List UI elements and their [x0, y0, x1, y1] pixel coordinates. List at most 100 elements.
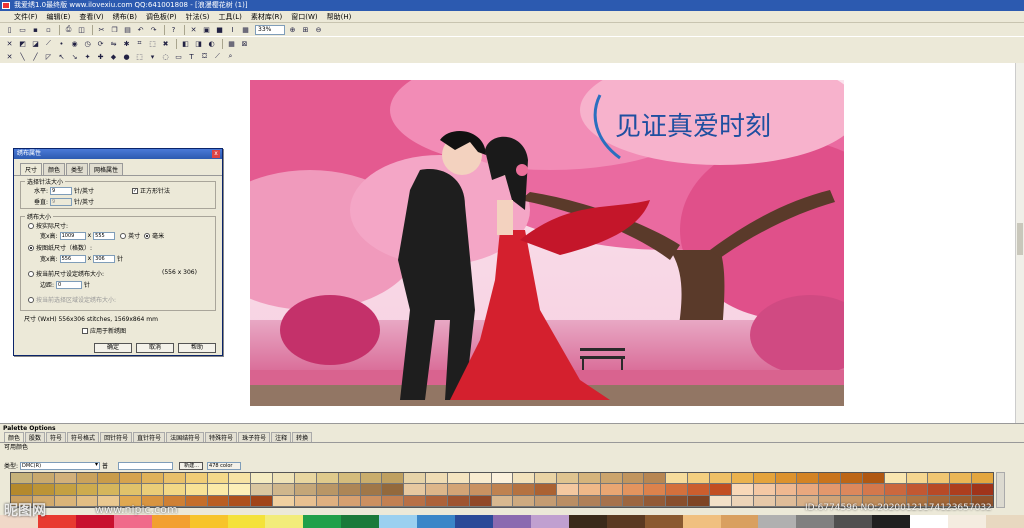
quick-color-swatch[interactable] — [948, 515, 986, 528]
color-swatch[interactable] — [884, 473, 906, 484]
color-swatch[interactable] — [775, 484, 797, 495]
color-swatch[interactable] — [710, 473, 731, 484]
color-swatch[interactable] — [644, 484, 666, 495]
draw-select-icon[interactable]: ⬚ — [134, 52, 145, 62]
thread-type-select[interactable]: DMC(R) — [20, 461, 101, 470]
quick-color-swatch[interactable] — [530, 515, 569, 528]
color-swatch[interactable] — [273, 495, 294, 506]
open-file-icon[interactable]: ▭ — [17, 25, 28, 35]
menu-palette[interactable]: 调色板(P) — [146, 12, 177, 22]
color-swatch[interactable] — [775, 473, 797, 484]
quick-color-swatch[interactable] — [265, 515, 304, 528]
grid-icon[interactable]: ▦ — [240, 25, 251, 35]
color-swatch[interactable] — [54, 473, 76, 484]
color-swatch[interactable] — [535, 473, 557, 484]
color-swatch[interactable] — [797, 484, 819, 495]
palette-tab-special-symbol[interactable]: 特殊符号 — [205, 432, 238, 442]
zoom-in-icon[interactable]: ⊕ — [287, 25, 298, 35]
quick-color-swatch[interactable] — [985, 515, 1024, 528]
fill-icon[interactable]: ▣ — [201, 25, 212, 35]
cross-stitch-icon[interactable]: ✕ — [188, 25, 199, 35]
color-swatch[interactable] — [710, 495, 731, 506]
quick-color-swatch[interactable] — [75, 515, 114, 528]
color-swatch[interactable] — [775, 495, 797, 506]
color-swatch[interactable] — [273, 484, 294, 495]
pattern-size-radio[interactable] — [28, 244, 34, 251]
color-swatch[interactable] — [644, 495, 666, 506]
color-swatch[interactable] — [54, 495, 76, 506]
pattern-width-input[interactable]: 556 — [59, 254, 86, 263]
search-input[interactable] — [118, 461, 174, 470]
palette-tab-color[interactable]: 颜色 — [4, 432, 25, 442]
color-swap-icon[interactable]: ◨ — [193, 39, 204, 49]
color-swatch[interactable] — [884, 484, 906, 495]
color-pick-icon[interactable]: ◐ — [206, 39, 217, 49]
color-swatch[interactable] — [426, 473, 447, 484]
color-swatch[interactable] — [578, 495, 600, 506]
color-swatch[interactable] — [819, 473, 841, 484]
color-swatch[interactable] — [207, 495, 229, 506]
palette-tab-convert[interactable]: 转换 — [292, 432, 313, 442]
color-swatch[interactable] — [469, 484, 491, 495]
bucket-icon[interactable]: ⛋ — [199, 52, 210, 62]
select-icon[interactable]: ⬚ — [147, 39, 158, 49]
zoom-select[interactable]: 33% — [255, 24, 285, 35]
color-swatch[interactable] — [338, 473, 360, 484]
quick-color-swatch[interactable] — [151, 515, 190, 528]
color-swatch[interactable] — [404, 495, 426, 506]
color-swatch[interactable] — [600, 484, 622, 495]
menu-file[interactable]: 文件(F) — [14, 12, 38, 22]
color-swatch[interactable] — [797, 473, 819, 484]
color-swatch[interactable] — [862, 484, 884, 495]
color-swatch[interactable] — [731, 495, 753, 506]
color-swatch[interactable] — [294, 484, 316, 495]
color-swatch[interactable] — [972, 484, 993, 495]
color-swatch[interactable] — [426, 484, 447, 495]
color-swatch[interactable] — [98, 473, 120, 484]
scroll-thumb[interactable] — [1017, 223, 1023, 255]
color-swatch[interactable] — [142, 484, 163, 495]
tool-x-icon[interactable]: ✖ — [160, 39, 171, 49]
color-swatch[interactable] — [185, 473, 207, 484]
color-swatch[interactable] — [578, 473, 600, 484]
color-swatch[interactable] — [600, 495, 622, 506]
tab-size[interactable]: 尺寸 — [20, 163, 43, 175]
eyedropper-icon[interactable]: ⟋ — [212, 52, 223, 62]
color-swatch[interactable] — [338, 495, 360, 506]
color-swatch[interactable] — [950, 484, 972, 495]
tab-color[interactable]: 颜色 — [43, 163, 66, 175]
cut-icon[interactable]: ✂ — [96, 25, 107, 35]
crop-icon[interactable]: ⌗ — [134, 39, 145, 49]
quarter-stitch-icon[interactable]: ◪ — [30, 39, 41, 49]
delete-stitch-icon[interactable]: ✕ — [4, 39, 15, 49]
color-swatch[interactable] — [557, 473, 578, 484]
rect-select-icon[interactable]: ▭ — [173, 52, 184, 62]
color-swatch[interactable] — [666, 473, 688, 484]
color-swatch[interactable] — [316, 495, 338, 506]
color-swatch[interactable] — [491, 495, 513, 506]
color-swatch[interactable] — [841, 484, 862, 495]
color-swatch[interactable] — [294, 473, 316, 484]
color-swatch[interactable] — [753, 495, 775, 506]
color-swatch[interactable] — [163, 473, 185, 484]
french-knot-icon[interactable]: • — [56, 39, 67, 49]
palette-tab-straight-symbol[interactable]: 直针符号 — [133, 432, 166, 442]
color-swatch[interactable] — [251, 473, 273, 484]
menu-tools[interactable]: 工具(L) — [219, 12, 242, 22]
snow-icon[interactable]: ✱ — [121, 39, 132, 49]
color-swatch[interactable] — [76, 484, 98, 495]
color-swatch[interactable] — [382, 495, 404, 506]
new-color-button[interactable]: 新建... — [179, 461, 204, 470]
square-icon[interactable]: ■ — [214, 25, 225, 35]
menu-stitch[interactable]: 针法(S) — [186, 12, 210, 22]
draw-cross-icon[interactable]: ✕ — [4, 52, 15, 62]
redo-icon[interactable]: ↷ — [148, 25, 159, 35]
palette-tab-notes[interactable]: 注释 — [271, 432, 292, 442]
color-swatch[interactable] — [688, 484, 710, 495]
quick-color-swatch[interactable] — [455, 515, 493, 528]
color-swatch[interactable] — [447, 484, 469, 495]
color-swatch[interactable] — [469, 473, 491, 484]
color-swatch[interactable] — [972, 473, 993, 484]
color-swatch[interactable] — [622, 484, 644, 495]
save-as-icon[interactable]: ▫ — [43, 25, 54, 35]
